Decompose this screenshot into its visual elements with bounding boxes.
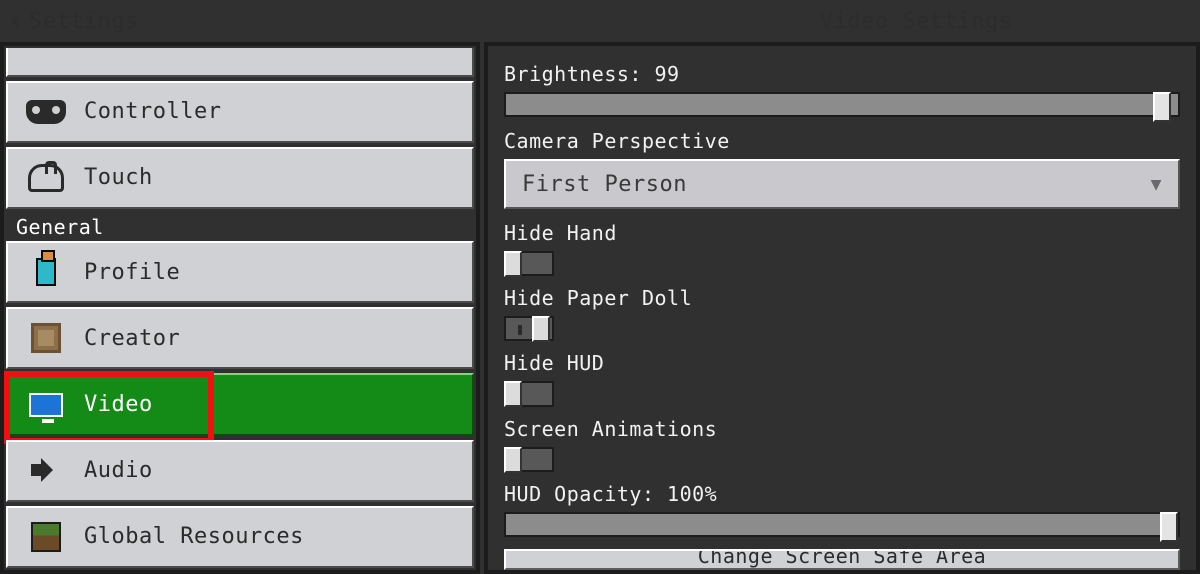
video-icon [22, 393, 70, 417]
brightness-slider[interactable] [504, 92, 1180, 117]
camera-perspective-dropdown[interactable]: First Person ▼ [504, 159, 1180, 209]
hide-paper-doll-toggle[interactable] [504, 316, 554, 341]
hide-hud-toggle[interactable] [504, 381, 554, 406]
toggle-knob[interactable] [504, 381, 522, 407]
audio-icon [22, 456, 70, 486]
slider-thumb[interactable] [1153, 92, 1171, 122]
creator-icon [22, 323, 70, 353]
sidebar-item-label: Video [84, 392, 153, 417]
change-screen-safe-area-button[interactable]: Change Screen Safe Area [504, 549, 1180, 570]
screen-animations-label: Screen Animations [504, 417, 1180, 441]
settings-sidebar: Controller Touch General Profile Creator… [0, 42, 480, 574]
toggle-mark [518, 325, 522, 335]
hide-hand-label: Hide Hand [504, 221, 1180, 245]
touch-icon [22, 164, 70, 192]
hide-hand-toggle[interactable] [504, 251, 554, 276]
hud-opacity-label: HUD Opacity: 100% [504, 482, 1180, 506]
hud-opacity-slider[interactable] [504, 512, 1180, 537]
sidebar-item-label: Touch [84, 165, 153, 190]
sidebar-item-label: Creator [84, 326, 180, 351]
sidebar-item-label: Global Resources [84, 524, 304, 549]
sidebar-item-label: Audio [84, 458, 153, 483]
toggle-knob[interactable] [532, 316, 550, 342]
panel-title: Video Settings [820, 0, 1012, 42]
toggle-knob[interactable] [504, 447, 522, 473]
hide-hud-label: Hide HUD [504, 351, 1180, 375]
sidebar-group-general: General [16, 215, 476, 239]
sidebar-item-video[interactable]: Video [6, 373, 474, 435]
toggle-knob[interactable] [504, 251, 522, 277]
sidebar-item-touch[interactable]: Touch [6, 147, 474, 209]
sidebar-item-global-resources[interactable]: Global Resources [6, 506, 474, 568]
sidebar-item-profile[interactable]: Profile [6, 241, 474, 303]
dropdown-selected: First Person [522, 172, 687, 197]
chevron-down-icon: ▼ [1151, 174, 1162, 195]
button-label: Change Screen Safe Area [698, 549, 986, 568]
top-bar: ‹ Settings Video Settings [0, 0, 1200, 42]
sidebar-item-label: Controller [84, 99, 221, 124]
sidebar-item-audio[interactable]: Audio [6, 440, 474, 502]
back-label: Settings [29, 9, 139, 34]
sidebar-item-controller[interactable]: Controller [6, 81, 474, 143]
back-button[interactable]: ‹ Settings [0, 0, 157, 42]
sidebar-item-creator[interactable]: Creator [6, 307, 474, 369]
controller-icon [22, 100, 70, 124]
chevron-left-icon: ‹ [8, 7, 23, 35]
camera-perspective-label: Camera Perspective [504, 129, 1180, 153]
sidebar-item-label: Profile [84, 260, 180, 285]
slider-thumb[interactable] [1160, 512, 1178, 542]
global-resources-icon [22, 522, 70, 552]
video-settings-panel: Brightness: 99 Camera Perspective First … [484, 42, 1200, 574]
sidebar-item-keyboard-mouse[interactable] [6, 48, 474, 77]
hide-paper-doll-label: Hide Paper Doll [504, 286, 1180, 310]
profile-icon [22, 258, 70, 286]
brightness-label: Brightness: 99 [504, 62, 1180, 86]
screen-animations-toggle[interactable] [504, 447, 554, 472]
